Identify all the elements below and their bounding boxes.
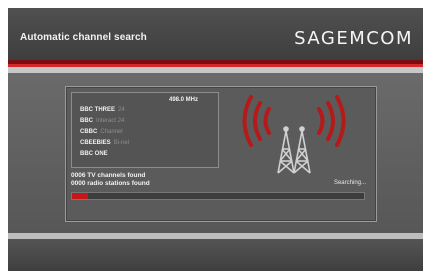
- channel-suffix: Interact 24: [96, 118, 125, 124]
- channel-name: BBC ONE: [80, 151, 108, 157]
- search-panel: 498.0 MHz BBC THREE 24 BBC Interact 24 CBB…: [65, 86, 377, 222]
- channel-row: CBEEBIES Bi-nel: [80, 140, 129, 146]
- channel-name: CBBC: [80, 129, 98, 135]
- channel-name: BBC: [80, 118, 93, 124]
- channel-suffix: Bi-nel: [113, 140, 130, 146]
- channel-suffix: 24: [118, 107, 125, 113]
- search-status: Searching...: [333, 180, 366, 186]
- channel-row: BBC Interact 24: [80, 118, 124, 124]
- broadcast-tower-graphic: [242, 95, 346, 174]
- channel-name: CBEEBIES: [80, 140, 111, 146]
- channel-row: BBC THREE 24: [80, 107, 125, 113]
- footer-bar: [8, 239, 423, 271]
- signal-waves-icon: [242, 95, 346, 147]
- search-progress-bar: [71, 192, 365, 200]
- channel-row: BBC ONE: [80, 151, 111, 157]
- radio-stations-found: 0000 radio stations found: [71, 180, 150, 187]
- content-area: 498.0 MHz BBC THREE 24 BBC Interact 24 CBB…: [8, 73, 423, 233]
- channel-suffix: Channel: [100, 129, 123, 135]
- channel-row: CBBC Channel: [80, 129, 123, 135]
- frequency-label: 498.0 MHz: [168, 97, 198, 103]
- tv-screen: Automatic channel search SAGEMCOM 498.0 …: [8, 8, 423, 271]
- channel-name: BBC THREE: [80, 107, 116, 113]
- brand-logo: SAGEMCOM: [294, 28, 413, 49]
- broadcast-tower-icon: [277, 126, 311, 174]
- channel-list: 498.0 MHz BBC THREE 24 BBC Interact 24 CBB…: [71, 92, 219, 168]
- search-progress-fill: [72, 193, 89, 199]
- tv-channels-found: 0006 TV channels found: [71, 172, 146, 179]
- page-title: Automatic channel search: [20, 32, 147, 43]
- header-bar: Automatic channel search SAGEMCOM: [8, 8, 423, 60]
